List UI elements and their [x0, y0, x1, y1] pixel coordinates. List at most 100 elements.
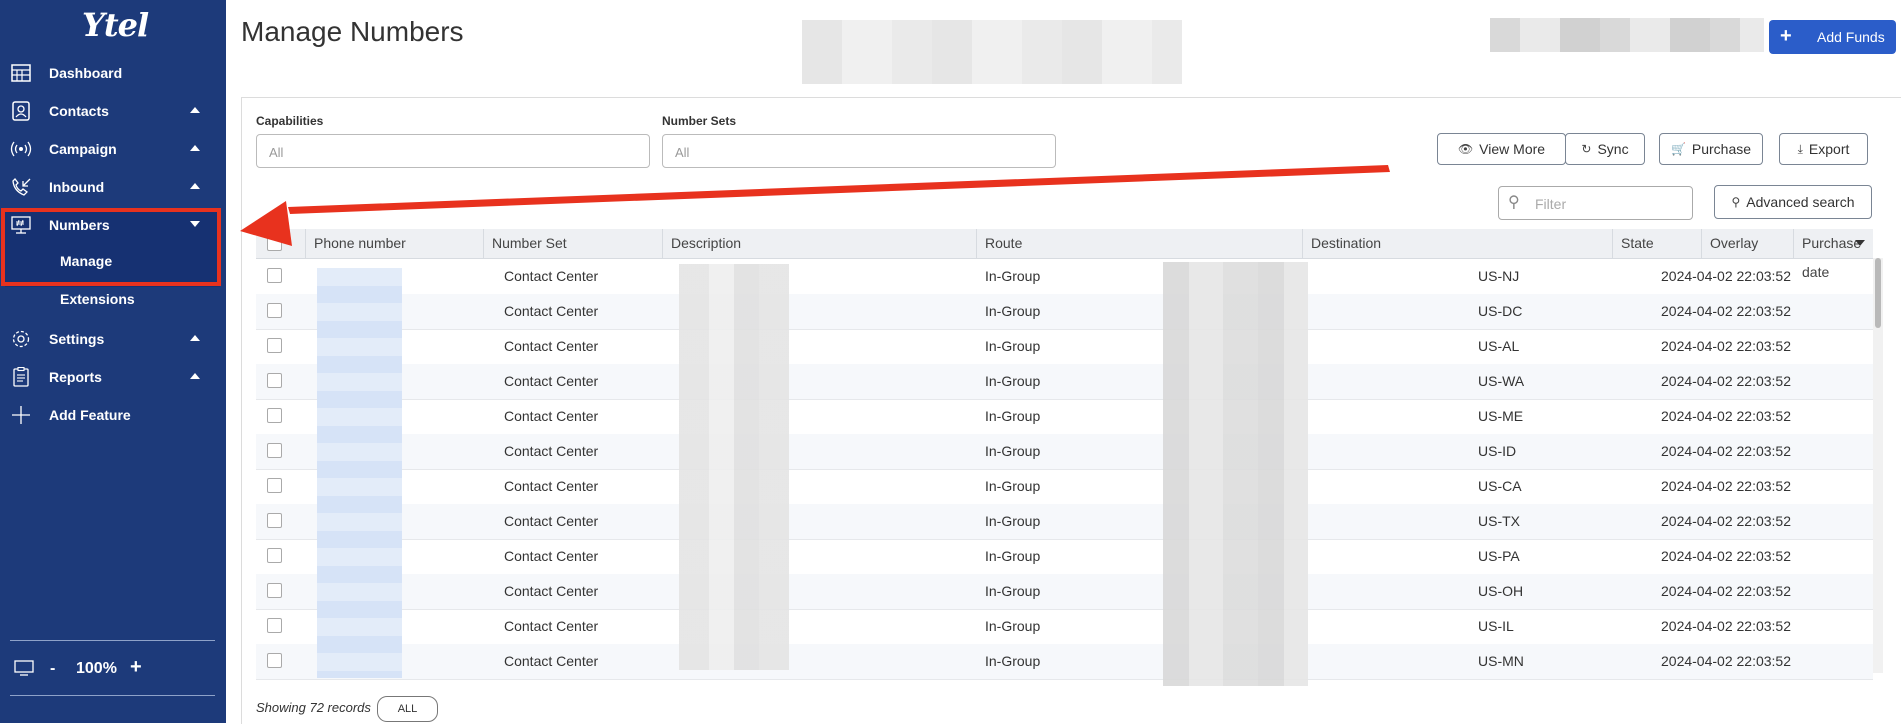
- caret-up-icon: [190, 335, 200, 341]
- row-checkbox[interactable]: [267, 653, 282, 668]
- sort-caret-icon[interactable]: [1855, 240, 1865, 246]
- row-checkbox[interactable]: [267, 478, 282, 493]
- ytel-logo[interactable]: Ytel: [82, 6, 149, 44]
- table-row[interactable]: Contact Center In-Group US-NJ 2024-04-02 22…: [256, 259, 1873, 295]
- row-checkbox[interactable]: [267, 443, 282, 458]
- row-checkbox[interactable]: [267, 583, 282, 598]
- cell-route: In-Group: [985, 268, 1041, 284]
- cell-state: US-ID: [1478, 443, 1517, 459]
- column-overlay[interactable]: Overlay: [1701, 229, 1797, 258]
- view-more-button[interactable]: 👁 View More: [1437, 133, 1566, 165]
- cell-purchase-date: 2024-04-02 22:03:52: [1661, 478, 1791, 494]
- column-number-set[interactable]: Number Set: [483, 229, 663, 258]
- filter-input[interactable]: ⚲ Filter: [1498, 186, 1693, 220]
- table-scrollbar[interactable]: [1873, 258, 1883, 673]
- cell-state: US-DC: [1478, 303, 1523, 319]
- row-checkbox[interactable]: [267, 408, 282, 423]
- capabilities-select[interactable]: All: [256, 134, 650, 168]
- page-title: Manage Numbers: [241, 16, 464, 47]
- monitor-icon: [14, 660, 34, 676]
- gear-icon: [12, 330, 30, 348]
- cell-state: US-AL: [1478, 338, 1520, 354]
- caret-up-icon: [190, 107, 200, 113]
- row-checkbox[interactable]: [267, 618, 282, 633]
- sidebar-item-label: Add Feature: [49, 407, 131, 423]
- cell-number-set: Contact Center: [504, 443, 599, 459]
- cell-route: In-Group: [985, 513, 1041, 529]
- sidebar-item-label: Settings: [49, 331, 105, 347]
- cell-state: US-IL: [1478, 618, 1514, 634]
- add-funds-button[interactable]: + Add Funds: [1769, 20, 1896, 54]
- purchase-button[interactable]: 🛒 Purchase: [1659, 133, 1763, 165]
- cell-purchase-date: 2024-04-02 22:03:52: [1661, 268, 1791, 284]
- row-checkbox[interactable]: [267, 373, 282, 388]
- table-row[interactable]: Contact Center In-Group US-IL 2024-04-02 22…: [256, 609, 1873, 645]
- table-header: Phone number Number Set Description Rout…: [256, 229, 1873, 280]
- page-size-button[interactable]: ALL: [377, 696, 438, 722]
- cell-purchase-date: 2024-04-02 22:03:52: [1661, 408, 1791, 424]
- plus-icon: +: [1780, 25, 1792, 47]
- sidebar-item-settings[interactable]: Settings: [0, 322, 226, 356]
- sync-button[interactable]: ↻ Sync: [1565, 133, 1645, 165]
- zoom-in-button[interactable]: +: [130, 656, 142, 679]
- redacted-phone-numbers: [317, 268, 402, 678]
- table-row[interactable]: Contact Center In-Group US-WA 2024-04-02 22…: [256, 364, 1873, 400]
- column-state[interactable]: State: [1612, 229, 1702, 258]
- sync-icon: ↻: [1581, 142, 1592, 156]
- add-funds-label: Add Funds: [1817, 29, 1885, 45]
- cell-purchase-date: 2024-04-02 22:03:52: [1661, 338, 1791, 354]
- column-phone-number[interactable]: Phone number: [305, 229, 485, 258]
- search-icon: ⚲: [1731, 195, 1741, 209]
- advanced-search-button[interactable]: ⚲ Advanced search: [1714, 185, 1872, 219]
- cell-number-set: Contact Center: [504, 268, 599, 284]
- cell-state: US-PA: [1478, 548, 1520, 564]
- sidebar-item-label: Dashboard: [49, 65, 123, 81]
- cart-icon: 🛒: [1670, 142, 1686, 156]
- sidebar-item-reports[interactable]: Reports: [0, 360, 226, 394]
- search-icon: ⚲: [1508, 194, 1520, 211]
- column-description[interactable]: Description: [662, 229, 976, 258]
- row-checkbox[interactable]: [267, 268, 282, 283]
- sidebar-item-contacts[interactable]: Contacts: [0, 94, 226, 128]
- column-destination[interactable]: Destination: [1302, 229, 1482, 258]
- row-checkbox[interactable]: [267, 548, 282, 563]
- redacted-region: [1490, 18, 1764, 52]
- select-all-checkbox[interactable]: [267, 236, 282, 251]
- cell-purchase-date: 2024-04-02 22:03:52: [1661, 443, 1791, 459]
- table-row[interactable]: Contact Center In-Group US-ME 2024-04-02 22…: [256, 399, 1873, 435]
- zoom-out-button[interactable]: -: [50, 660, 55, 678]
- table-row[interactable]: Contact Center In-Group US-PA 2024-04-02 22…: [256, 539, 1873, 575]
- cell-number-set: Contact Center: [504, 583, 599, 599]
- table-row[interactable]: Contact Center In-Group US-MN 2024-04-02 22…: [256, 644, 1873, 680]
- sidebar-item-add-feature[interactable]: Add Feature: [0, 398, 226, 432]
- cell-route: In-Group: [985, 443, 1041, 459]
- row-checkbox[interactable]: [267, 338, 282, 353]
- cell-purchase-date: 2024-04-02 22:03:52: [1661, 653, 1791, 669]
- row-checkbox[interactable]: [267, 513, 282, 528]
- contacts-icon: [12, 101, 30, 121]
- table-row[interactable]: Contact Center In-Group US-DC 2024-04-02 22…: [256, 294, 1873, 330]
- table-row[interactable]: Contact Center In-Group US-OH 2024-04-02 22…: [256, 574, 1873, 610]
- sidebar-subitem-extensions[interactable]: Extensions: [0, 283, 226, 315]
- cell-state: US-ME: [1478, 408, 1524, 424]
- sidebar-item-dashboard[interactable]: Dashboard: [0, 56, 226, 90]
- sidebar-item-inbound[interactable]: Inbound: [0, 170, 226, 204]
- cell-state: US-MN: [1478, 653, 1524, 669]
- cell-route: In-Group: [985, 303, 1041, 319]
- export-button[interactable]: ⤓ Export: [1779, 133, 1868, 165]
- advanced-search-label: Advanced search: [1746, 194, 1855, 210]
- sidebar-item-campaign[interactable]: Campaign: [0, 132, 226, 166]
- table-row[interactable]: Contact Center In-Group US-TX 2024-04-02 22…: [256, 504, 1873, 540]
- row-checkbox[interactable]: [267, 303, 282, 318]
- number-sets-select[interactable]: All: [662, 134, 1056, 168]
- cell-number-set: Contact Center: [504, 408, 599, 424]
- scrollbar-thumb[interactable]: [1875, 258, 1881, 328]
- table-row[interactable]: Contact Center In-Group US-CA 2024-04-02 22…: [256, 469, 1873, 505]
- redacted-destinations: [1163, 262, 1308, 686]
- cell-purchase-date: 2024-04-02 22:03:52: [1661, 583, 1791, 599]
- caret-up-icon: [190, 373, 200, 379]
- table-row[interactable]: Contact Center In-Group US-AL 2024-04-02 22…: [256, 329, 1873, 365]
- sidebar-subitem-label: Extensions: [60, 291, 135, 307]
- table-row[interactable]: Contact Center In-Group US-ID 2024-04-02 22…: [256, 434, 1873, 470]
- column-route[interactable]: Route: [976, 229, 1156, 258]
